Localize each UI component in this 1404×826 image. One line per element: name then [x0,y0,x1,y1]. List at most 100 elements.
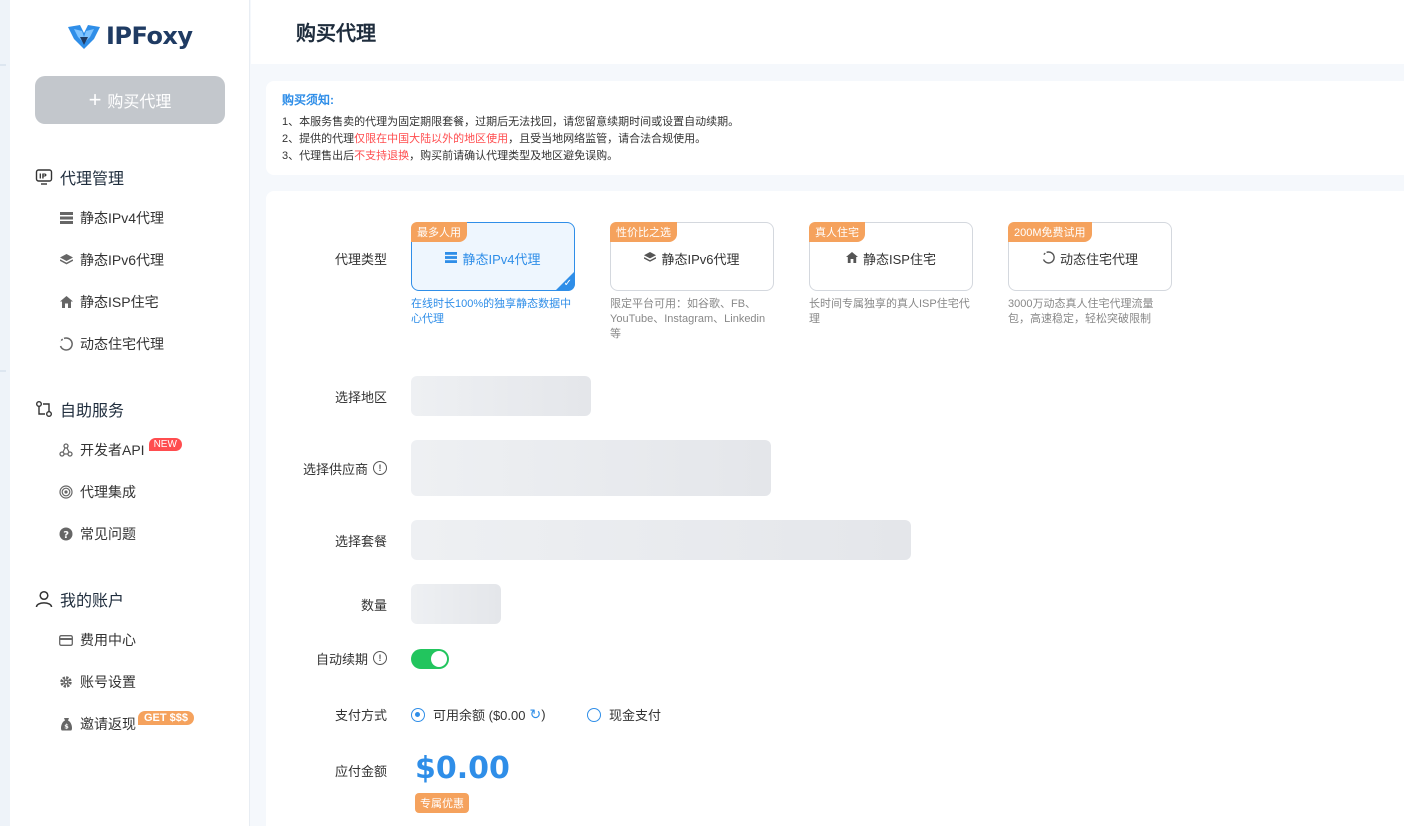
payment-option-suffix: ) [541,707,546,722]
refresh-icon [1042,250,1055,267]
server-icon [445,251,458,266]
package-select-loading[interactable] [411,520,911,560]
sidebar-item-label: 邀请返现 [80,716,136,732]
sidebar-item-faq[interactable]: ? 常见问题 [58,524,136,544]
proxy-type-name: 静态IPv4代理 [462,252,541,267]
sidebar: IPFoxy + 购买代理 IP 代理管理 静态IPv4代理 静态IPv6代理 … [10,0,250,826]
radio-unchecked[interactable] [587,707,601,722]
refresh-icon[interactable]: ↻ [529,706,541,723]
proxy-type-desc: 限定平台可用：如谷歌、FB、YouTube、Instagram、Linkedin… [610,298,766,340]
tag-free-trial: 200M免费试用 [1008,222,1092,242]
auto-renew-toggle[interactable] [411,649,449,669]
tag-most-used: 最多人用 [411,222,467,242]
group-title-label: 代理管理 [60,171,125,188]
tag-real-residential: 真人住宅 [809,222,865,242]
sidebar-item-label: 常见问题 [80,526,136,542]
buy-proxy-label: 购买代理 [107,94,172,111]
svg-text:?: ? [63,530,69,541]
tag-value-pick: 性价比之选 [610,222,677,242]
home-icon [846,251,859,266]
proxy-type-name: 静态IPv6代理 [661,252,740,267]
region-label: 选择地区 [334,389,387,405]
payment-option-balance[interactable]: 可用余额 ($0.00 ↻ ) [411,705,546,724]
amount-label: 应付金额 [334,763,387,779]
info-icon[interactable]: ! [373,461,387,475]
layers-icon [58,252,74,268]
notice-line-3: 3、代理售出后不支持退换，购买前请确认代理类型及地区避免误购。 [282,150,619,162]
region-select-loading[interactable] [411,376,591,416]
server-icon [58,210,74,226]
proxy-type-name: 动态住宅代理 [1059,252,1138,267]
svg-text:$: $ [64,723,69,731]
sidebar-item-proxy-integration[interactable]: 代理集成 [58,482,136,502]
money-bag-icon: $ [58,716,74,732]
page-title: 购买代理 [296,23,376,45]
fox-logo-icon [66,21,102,51]
quantity-input-loading[interactable] [411,584,501,624]
proxy-type-desc: 在线时长100%的独享静态数据中心代理 [411,298,572,325]
sidebar-item-static-isp[interactable]: 静态ISP住宅 [58,292,159,312]
buy-proxy-button[interactable]: + 购买代理 [35,76,225,124]
proxy-type-card-ipv4[interactable]: 最多人用 静态IPv4代理 ✓ [411,222,575,291]
group-self-service[interactable]: 自助服务 [34,397,124,421]
proxy-type-card-dynamic[interactable]: 200M免费试用 动态住宅代理 [1008,222,1172,291]
payment-option-label: 可用余额 ($0.00 [433,708,526,723]
proxy-type-name: 静态ISP住宅 [863,252,936,267]
gear-icon [58,674,74,690]
auto-renew-label: 自动续期 [315,651,368,667]
provider-label-row: 选择供应商 ! [267,458,387,478]
ip-icon: IP [34,167,54,187]
payment-option-cash[interactable]: 现金支付 [587,705,661,724]
toggle-knob [431,651,447,667]
notice-line-1: 1、本服务售卖的代理为固定期限套餐，过期后无法找回，请您留意续期时间或设置自动续… [282,116,740,128]
sidebar-item-billing[interactable]: 费用中心 [58,630,136,650]
sidebar-item-label: 静态ISP住宅 [80,294,159,310]
sidebar-item-label: 代理集成 [80,484,136,500]
sidebar-item-referral[interactable]: $ 邀请返现 GET $$$ [58,711,195,734]
check-icon: ✓ [563,278,572,289]
auto-renew-label-row: 自动续期 ! [267,648,387,668]
sidebar-item-label: 费用中心 [80,632,136,648]
sidebar-item-label: 静态IPv4代理 [80,210,165,226]
proxy-type-card-ipv6[interactable]: 性价比之选 静态IPv6代理 [610,222,774,291]
sidebar-item-static-ipv4[interactable]: 静态IPv4代理 [58,208,164,228]
card-icon [58,632,74,648]
fingerprint-icon [58,484,74,500]
radio-checked[interactable] [411,707,425,722]
group-title-label: 我的账户 [60,593,125,610]
sidebar-item-static-ipv6[interactable]: 静态IPv6代理 [58,250,164,270]
payment-label: 支付方式 [334,707,387,723]
brand-name: IPFoxy [106,22,193,50]
question-icon: ? [58,526,74,542]
page-header: 购买代理 [251,0,1404,64]
group-my-account[interactable]: 我的账户 [34,587,124,611]
group-proxy-management[interactable]: IP 代理管理 [34,165,124,189]
user-icon [34,589,54,609]
group-title-label: 自助服务 [60,403,125,420]
amount-value: $0.00 [415,751,510,786]
exclusive-offer-badge: 专属优惠 [415,793,469,813]
sidebar-item-label: 开发者API [80,442,145,458]
sidebar-item-label: 静态IPv6代理 [80,252,165,268]
home-icon [58,294,74,310]
new-badge: NEW [148,437,182,451]
logo[interactable]: IPFoxy [66,18,193,54]
proxy-type-desc: 长时间专属独享的真人ISP住宅代理 [809,298,970,325]
package-label: 选择套餐 [334,533,387,549]
notice-title: 购买须知: [282,93,334,107]
sidebar-item-account-settings[interactable]: 账号设置 [58,672,136,692]
sidebar-item-label: 账号设置 [80,674,136,690]
quantity-label: 数量 [360,597,387,613]
proxy-type-desc: 3000万动态真人住宅代理流量包，高速稳定，轻松突破限制 [1008,298,1154,325]
sidebar-item-dynamic-residential[interactable]: 动态住宅代理 [58,334,164,354]
info-icon[interactable]: ! [373,651,387,665]
swap-icon [34,399,54,419]
sidebar-item-developer-api[interactable]: 开发者API NEW [58,437,182,460]
plus-icon: + [88,87,102,112]
sidebar-item-label: 动态住宅代理 [80,336,164,352]
proxy-type-label: 代理类型 [334,251,387,267]
refresh-icon [58,336,74,352]
payment-option-label: 现金支付 [609,708,662,723]
proxy-type-card-isp[interactable]: 真人住宅 静态ISP住宅 [809,222,973,291]
provider-select-loading[interactable] [411,440,771,496]
